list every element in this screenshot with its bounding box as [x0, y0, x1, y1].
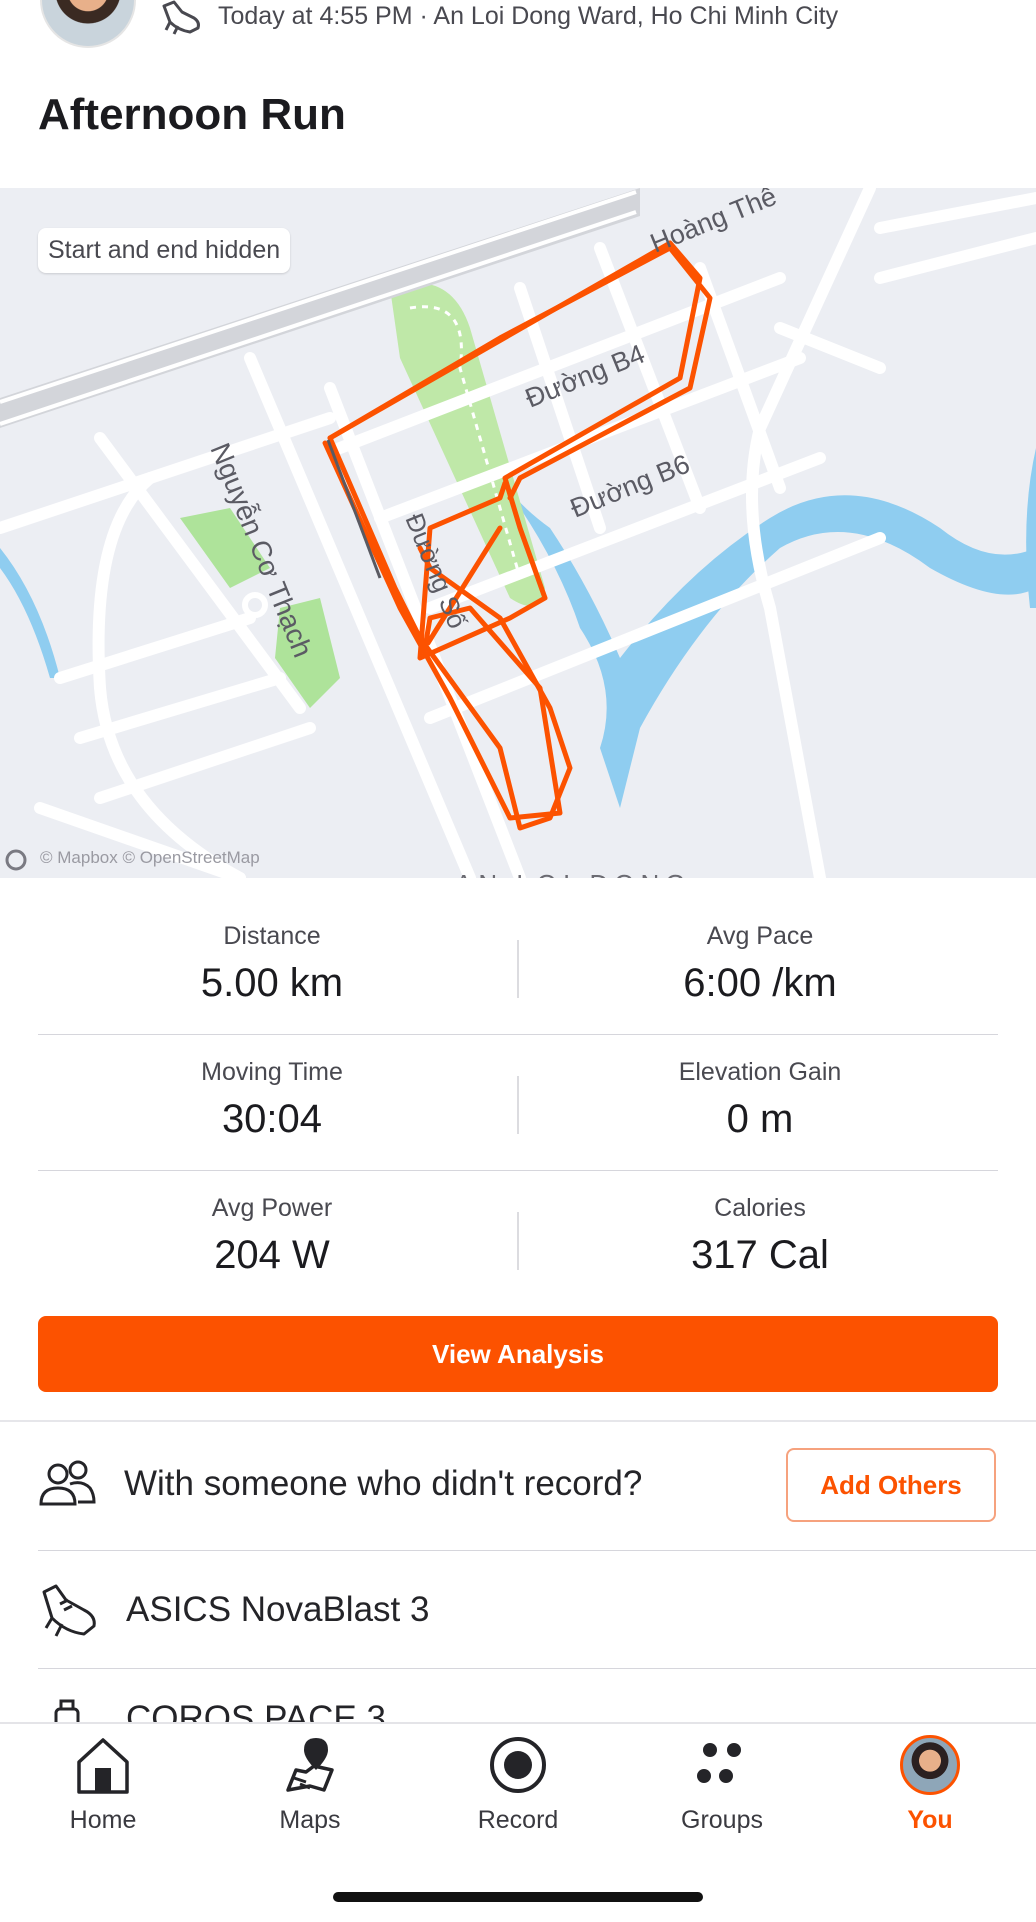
run-shoe-icon [162, 0, 200, 35]
activity-meta: Today at 4:55 PM · An Loi Dong Ward, Ho … [218, 2, 839, 30]
stat-avg-power: Avg Power 204 W [52, 1194, 492, 1278]
mapbox-logo-icon [5, 849, 27, 871]
stat-label: Avg Pace [706, 922, 814, 950]
creek-left [0, 548, 60, 678]
nav-label: Record [477, 1806, 559, 1834]
watch-icon [54, 1699, 80, 1722]
nav-label: Maps [279, 1806, 341, 1834]
stat-label: Calories [714, 1194, 806, 1222]
stat-label: Avg Power [211, 1194, 333, 1222]
divider [38, 1034, 998, 1035]
stat-value: 0 m [726, 1097, 794, 1141]
device-row-clip: COROS PACE 3 [0, 1669, 1036, 1722]
divider [517, 1212, 519, 1270]
park-strip [390, 283, 545, 606]
with-someone-text: With someone who didn't record? [124, 1464, 643, 1503]
divider [0, 1420, 1036, 1422]
add-others-button[interactable]: Add Others [786, 1448, 996, 1522]
stat-value: 317 Cal [691, 1233, 829, 1277]
stat-value: 5.00 km [200, 961, 344, 1005]
nav-you[interactable]: You [830, 1734, 1030, 1835]
map-canvas: Nguyễn Cơ Thạch Đường B4 Đường B6 Hoàng … [0, 188, 1036, 878]
stat-label: Distance [223, 922, 321, 950]
nav-label: Home [69, 1806, 137, 1834]
divider [38, 1170, 998, 1171]
route-map[interactable]: Nguyễn Cơ Thạch Đường B4 Đường B6 Hoàng … [0, 188, 1036, 878]
home-indicator[interactable] [333, 1892, 703, 1902]
divider [38, 1550, 1036, 1551]
stat-value: 6:00 /km [683, 961, 837, 1005]
stat-value: 204 W [214, 1233, 330, 1277]
map-label-street-4: Hoàng Thế [646, 188, 781, 259]
map-label-district: AN LOI DONG [455, 869, 691, 878]
maps-icon [286, 1738, 334, 1792]
nav-label: Groups [681, 1806, 763, 1834]
stat-elevation-gain: Elevation Gain 0 m [540, 1058, 980, 1142]
nav-record[interactable]: Record [418, 1734, 618, 1835]
group-people-icon [39, 1460, 96, 1506]
map-attribution[interactable]: © Mapbox © OpenStreetMap [40, 848, 260, 868]
privacy-chip: Start and end hidden [38, 228, 291, 273]
shoe-icon [42, 1584, 96, 1637]
activity-title: Afternoon Run [38, 90, 346, 139]
stat-avg-pace: Avg Pace 6:00 /km [540, 922, 980, 1006]
stat-value: 30:04 [221, 1097, 323, 1141]
nav-maps[interactable]: Maps [210, 1734, 410, 1835]
device-name[interactable]: COROS PACE 3 [126, 1699, 386, 1722]
nav-home[interactable]: Home [3, 1734, 203, 1835]
home-icon [77, 1738, 129, 1794]
divider [517, 1076, 519, 1134]
athlete-avatar[interactable] [40, 0, 136, 48]
stat-label: Elevation Gain [678, 1058, 842, 1086]
stat-distance: Distance 5.00 km [52, 922, 492, 1006]
record-icon [490, 1737, 546, 1793]
stat-label: Moving Time [201, 1058, 343, 1086]
shoes-name[interactable]: ASICS NovaBlast 3 [126, 1590, 429, 1630]
stat-calories: Calories 317 Cal [540, 1194, 980, 1278]
divider [517, 940, 519, 998]
nav-groups[interactable]: Groups [622, 1734, 822, 1835]
groups-icon [697, 1743, 741, 1783]
avatar [900, 1735, 960, 1795]
nav-label: You [907, 1806, 953, 1834]
view-analysis-button[interactable]: View Analysis [38, 1316, 998, 1392]
stat-moving-time: Moving Time 30:04 [52, 1058, 492, 1142]
